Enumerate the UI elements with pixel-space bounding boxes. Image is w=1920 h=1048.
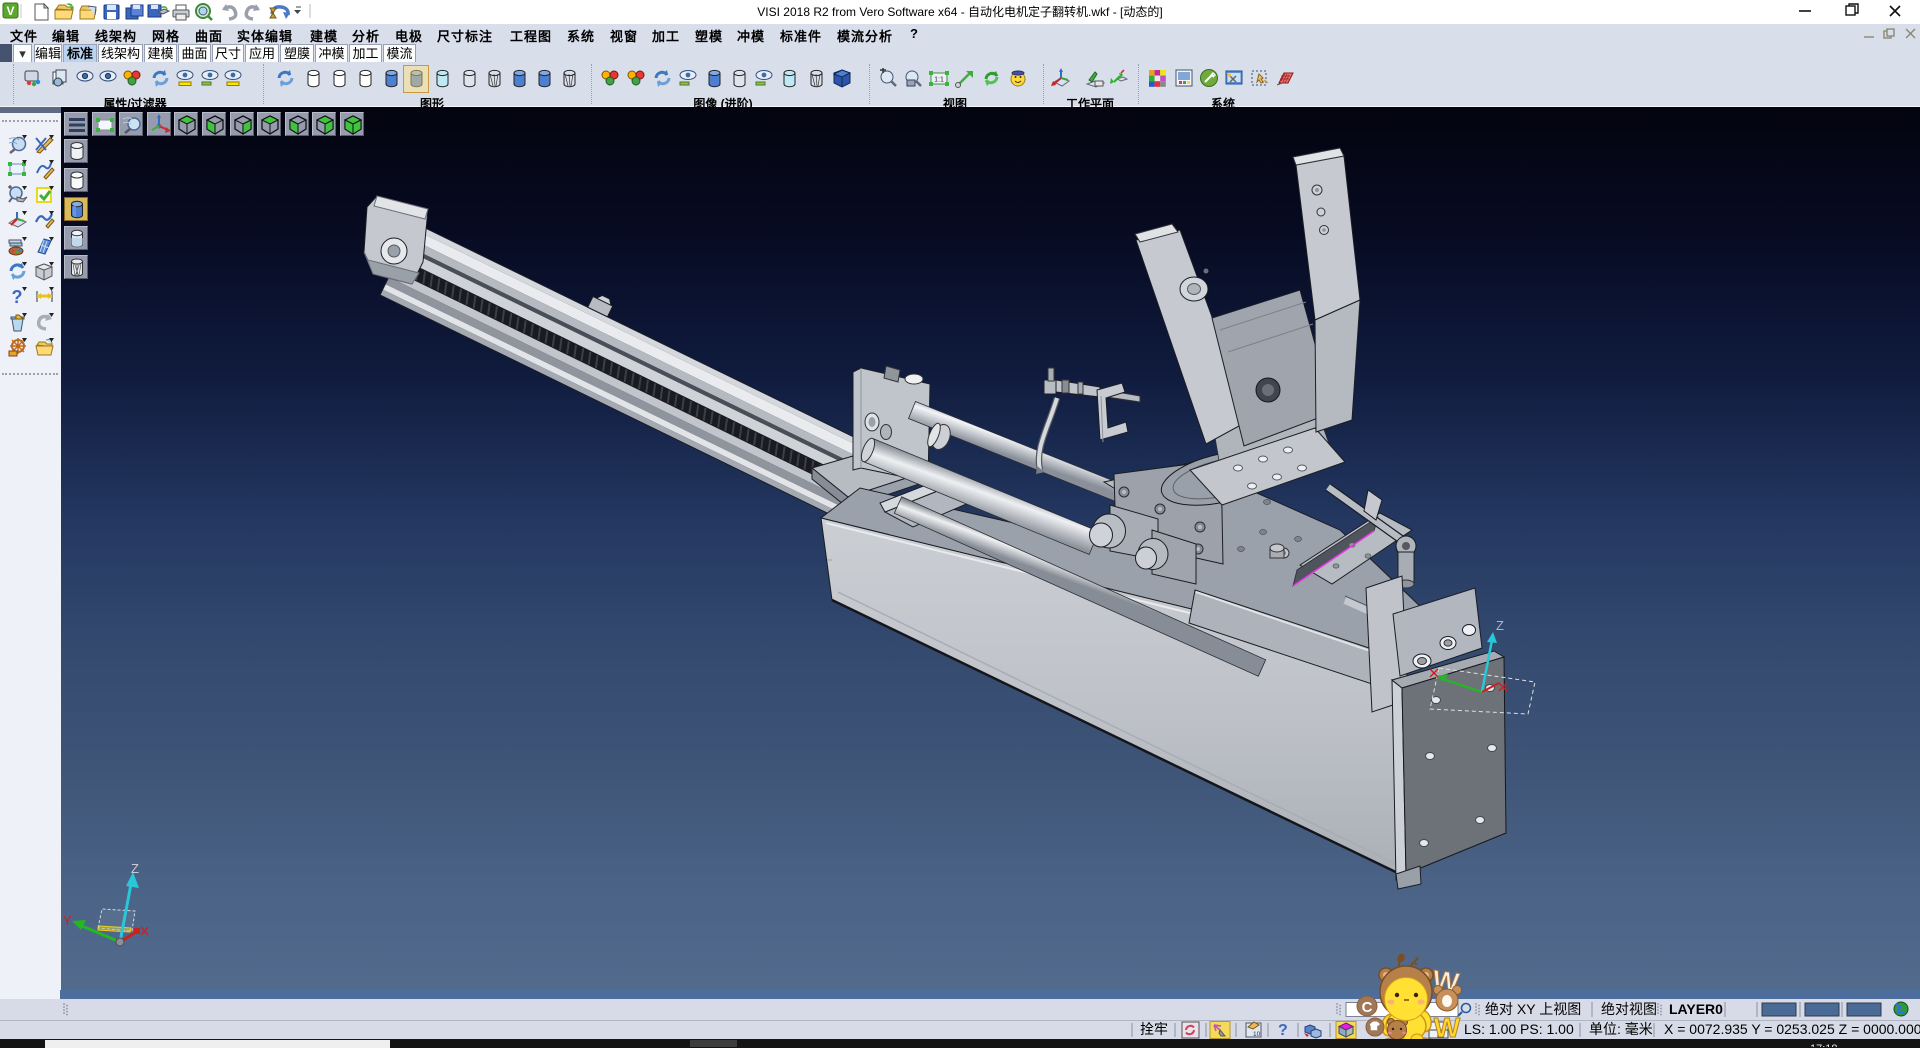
- svg-text:绝对视图: 绝对视图: [1601, 1001, 1657, 1017]
- svg-text:10: 10: [1253, 1031, 1261, 1038]
- svg-text:C: C: [1362, 999, 1373, 1016]
- svg-text:Z: Z: [1496, 618, 1504, 633]
- svg-text:X = 0072.935 Y = 0253.025 Z =: X = 0072.935 Y = 0253.025 Z = 0000.000: [1664, 1021, 1920, 1037]
- svg-text:Y: Y: [63, 913, 72, 928]
- svg-text:V: V: [6, 4, 14, 18]
- svg-text:LAYER0: LAYER0: [1669, 1001, 1723, 1017]
- svg-text:单位: 毫米: 单位: 毫米: [1589, 1021, 1653, 1037]
- svg-text:拴牢: 拴牢: [1140, 1021, 1168, 1037]
- svg-text:1:1: 1:1: [934, 77, 944, 84]
- svg-text:?: ?: [1278, 1022, 1288, 1039]
- svg-text:?: ?: [12, 287, 23, 307]
- svg-text:绝对 XY 上视图: 绝对 XY 上视图: [1485, 1001, 1581, 1017]
- svg-text:Z: Z: [131, 861, 139, 876]
- svg-text:LS: 1.00 PS: 1.00: LS: 1.00 PS: 1.00: [1464, 1021, 1574, 1037]
